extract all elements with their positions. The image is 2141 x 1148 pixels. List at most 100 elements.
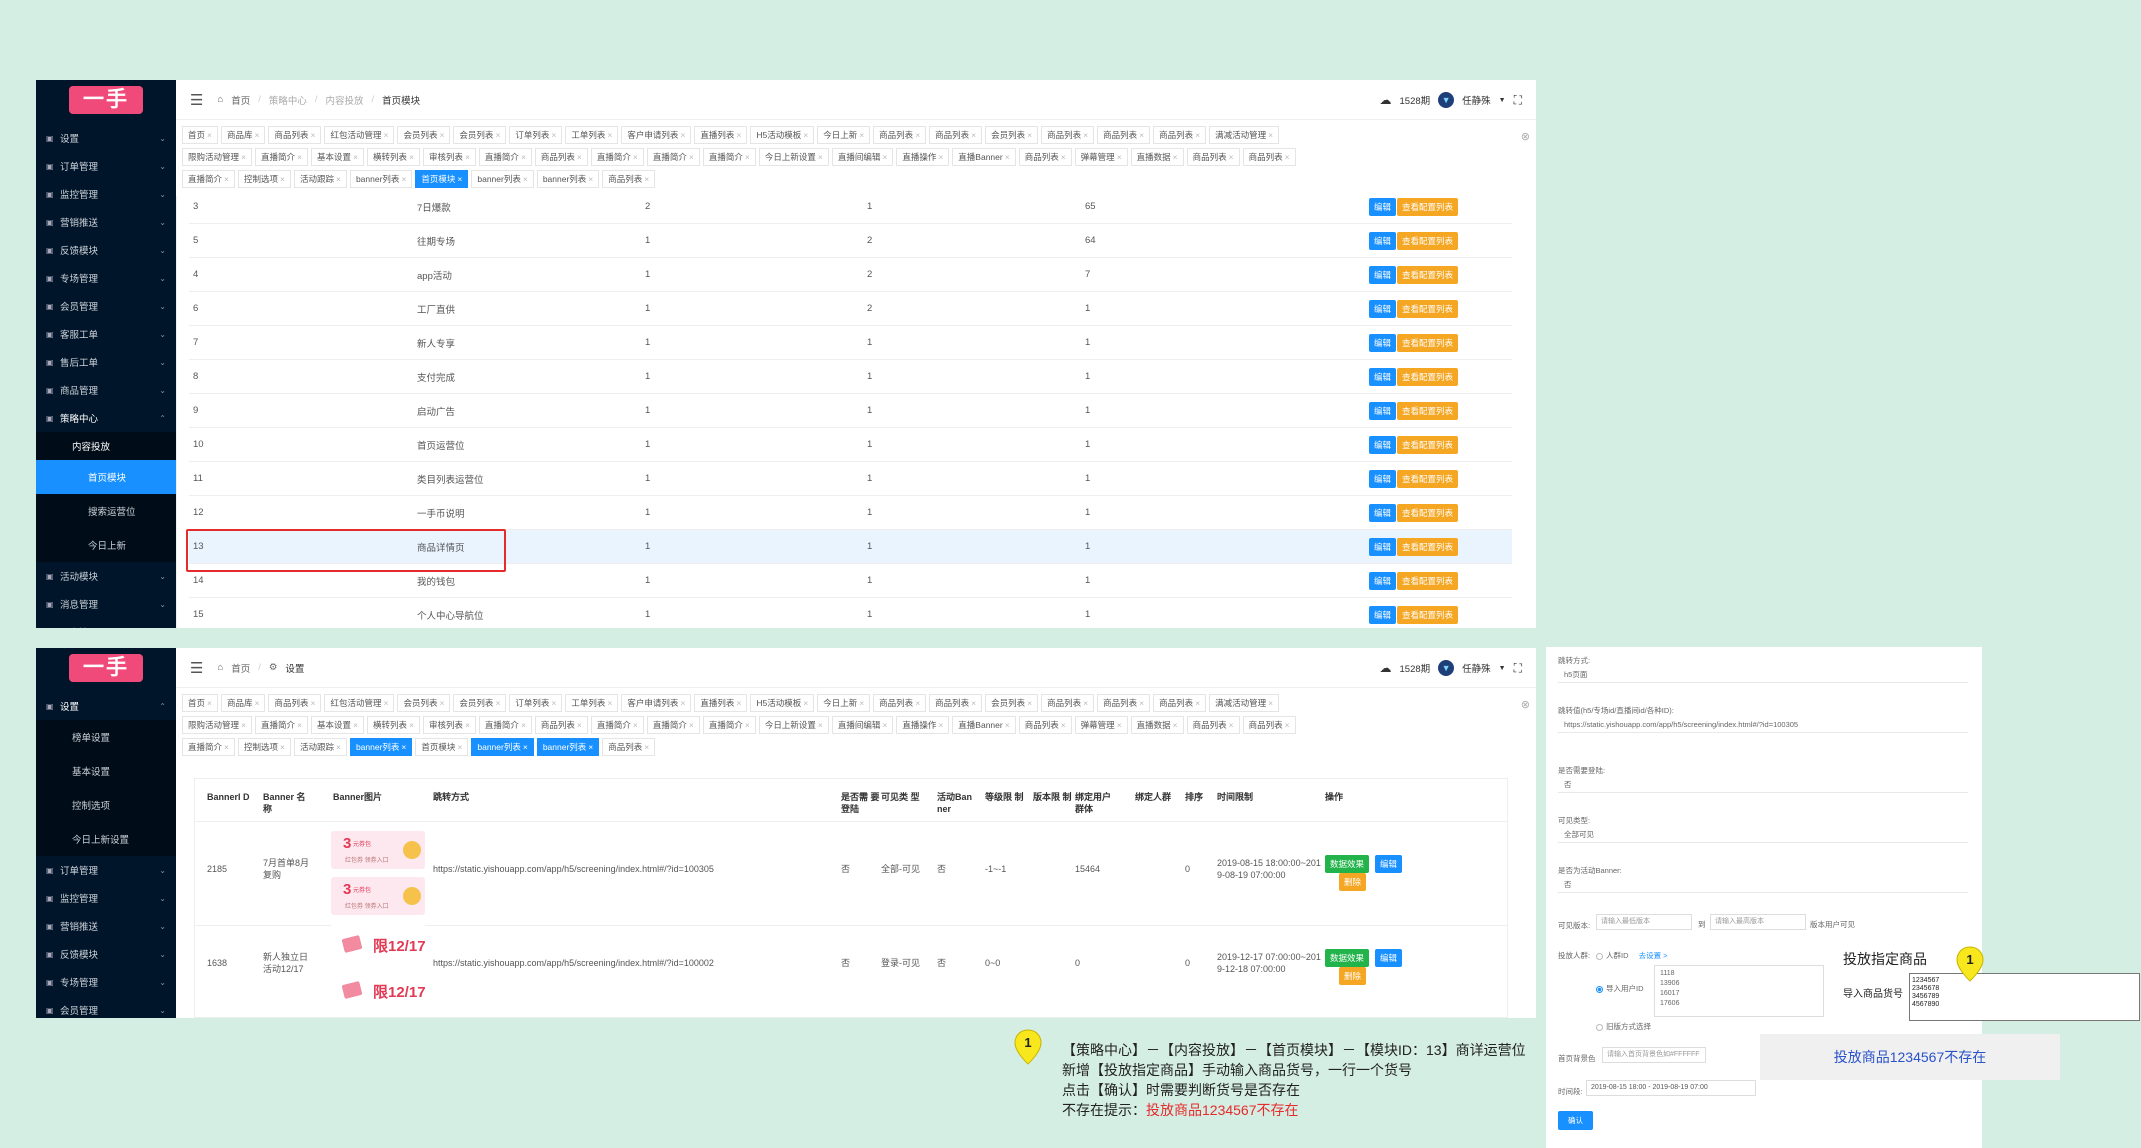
radio-selected-icon[interactable] [1596, 985, 1603, 993]
tab-tag[interactable]: 商品列表 × [268, 694, 322, 712]
tab-tag[interactable]: 横转列表 × [366, 716, 420, 734]
confirm-button[interactable]: 确认 [1558, 1111, 1593, 1130]
tab-tag[interactable]: H5活动模板 × [750, 694, 815, 712]
close-icon[interactable]: × [224, 174, 229, 184]
view-config-button[interactable]: 查看配置列表 [1397, 537, 1459, 556]
close-icon[interactable]: × [521, 720, 526, 730]
close-icon[interactable]: × [1285, 720, 1290, 730]
sidebar-menu-item[interactable]: ▣ 反馈模块 ⌄ [36, 236, 176, 264]
tab-tag[interactable]: 直播简介 × [590, 148, 644, 166]
jump-select[interactable]: h5页面 [1558, 667, 1968, 683]
view-config-button[interactable]: 查看配置列表 [1397, 605, 1459, 624]
close-icon[interactable]: × [495, 130, 500, 140]
sidebar-menu-item[interactable]: ▣ 商品管理 ⌄ [36, 376, 176, 404]
edit-button[interactable]: 编辑 [1369, 435, 1397, 454]
close-icon[interactable]: × [971, 698, 976, 708]
tab-tag[interactable]: 商品列表 × [534, 148, 588, 166]
tab-tag[interactable]: 会员列表 × [397, 126, 451, 144]
tab-tag[interactable]: 活动跟踪 × [293, 170, 347, 188]
tab-tag[interactable]: 直播简介 × [702, 716, 756, 734]
tab-tag[interactable]: 商品列表 × [1186, 716, 1240, 734]
close-icon[interactable]: × [1195, 698, 1200, 708]
close-icon[interactable]: × [803, 698, 808, 708]
edit-button[interactable]: 编辑 [1369, 265, 1397, 284]
edit-button[interactable]: 编辑 [1375, 949, 1403, 967]
tab-tag[interactable]: 会员列表 × [985, 694, 1039, 712]
tab-tag[interactable]: 直播数据 × [1130, 716, 1184, 734]
close-icon[interactable]: × [297, 720, 302, 730]
close-icon[interactable]: × [736, 698, 741, 708]
close-icon[interactable]: × [882, 720, 887, 730]
edit-button[interactable]: 编辑 [1369, 367, 1397, 386]
close-icon[interactable]: × [588, 174, 593, 184]
chevron-down-icon[interactable]: ▼ [1499, 97, 1506, 104]
tab-tag[interactable]: banner列表 × [349, 170, 413, 188]
sidebar-menu-item[interactable]: ▣ 会员管理 ⌄ [36, 996, 176, 1018]
sidebar-menu-item[interactable]: ▣ 设置 ⌄ [36, 124, 176, 152]
close-icon[interactable]: × [859, 130, 864, 140]
tab-tag[interactable]: 满减活动管理 × [1209, 694, 1280, 712]
close-icon[interactable]: × [297, 152, 302, 162]
avatar-icon[interactable]: ▼ [1438, 660, 1455, 676]
tab-tag[interactable]: 直播间编辑 × [831, 716, 894, 734]
sidebar-menu-item[interactable]: ▣ 设置 ⌃ [36, 692, 176, 720]
close-icon[interactable]: × [1173, 720, 1178, 730]
tab-tag[interactable]: 首页 × [182, 126, 218, 144]
tab-tag[interactable]: 商品列表 × [1153, 694, 1207, 712]
tab-tag[interactable]: 商品库 × [220, 126, 266, 144]
sidebar-menu-item[interactable]: ▣ 专场管理 ⌄ [36, 264, 176, 292]
close-icon[interactable]: × [1268, 698, 1273, 708]
tab-tag[interactable]: banner列表 × [349, 738, 413, 756]
fullscreen-icon[interactable]: ⛶ [1514, 661, 1522, 676]
crowd-option-id[interactable]: 人群ID 去设置 > [1596, 950, 1668, 961]
close-icon[interactable]: × [818, 720, 823, 730]
login-select[interactable]: 否 [1558, 777, 1968, 793]
sidebar-menu-item[interactable]: ▣ 专场管理 ⌄ [36, 968, 176, 996]
tab-tag[interactable]: 商品列表 × [873, 694, 927, 712]
close-icon[interactable]: × [607, 130, 612, 140]
close-icon[interactable]: × [633, 152, 638, 162]
activity-select[interactable]: 否 [1558, 877, 1968, 893]
close-icon[interactable]: × [457, 174, 462, 184]
crowd-option-legacy[interactable]: 旧版方式选择 [1596, 1021, 1651, 1032]
crowd-option-import[interactable]: 导入用户ID [1596, 983, 1644, 994]
close-icon[interactable]: × [241, 720, 246, 730]
tab-tag[interactable]: 商品列表 × [929, 126, 983, 144]
radio-icon[interactable] [1596, 952, 1603, 960]
close-icon[interactable]: × [457, 742, 462, 752]
tab-tag[interactable]: 订单列表 × [509, 126, 563, 144]
tab-tag[interactable]: 今日上新 × [817, 126, 871, 144]
tab-tag[interactable]: 直播列表 × [694, 694, 748, 712]
close-icon[interactable]: × [644, 742, 649, 752]
close-icon[interactable]: × [938, 152, 943, 162]
tab-tag[interactable]: 直播数据 × [1130, 148, 1184, 166]
tab-tag[interactable]: 订单列表 × [509, 694, 563, 712]
close-icon[interactable]: × [680, 698, 685, 708]
close-icon[interactable]: × [1083, 698, 1088, 708]
close-icon[interactable]: × [465, 720, 470, 730]
edit-button[interactable]: 编辑 [1369, 231, 1397, 250]
close-icon[interactable]: × [280, 174, 285, 184]
fullscreen-icon[interactable]: ⛶ [1514, 93, 1522, 108]
tab-tag[interactable]: 会员列表 × [453, 126, 507, 144]
view-config-button[interactable]: 查看配置列表 [1397, 469, 1459, 488]
edit-button[interactable]: 编辑 [1369, 571, 1397, 590]
crowd-settings-link[interactable]: 去设置 > [1639, 951, 1668, 960]
time-range-input[interactable]: 2019-08-15 18:00 - 2019-08-19 07:00 [1586, 1080, 1756, 1096]
close-icon[interactable]: × [521, 152, 526, 162]
close-icon[interactable]: × [915, 698, 920, 708]
close-icon[interactable]: × [1229, 720, 1234, 730]
tab-tag[interactable]: 直播简介 × [646, 716, 700, 734]
version-max-input[interactable]: 请输入最高版本 [1710, 914, 1806, 930]
sidebar-submenu-item[interactable]: 首页模块 [36, 460, 176, 494]
close-all-tags-icon[interactable]: ⊗ [1521, 698, 1530, 711]
close-icon[interactable]: × [353, 720, 358, 730]
tab-tag[interactable]: 基本设置 × [310, 148, 364, 166]
close-icon[interactable]: × [1027, 130, 1032, 140]
tab-tag[interactable]: H5活动模板 × [750, 126, 815, 144]
chevron-down-icon[interactable]: ▼ [1499, 665, 1506, 672]
sidebar-submenu-item[interactable]: 搜索运营位 [36, 494, 176, 528]
breadcrumb-home[interactable]: 首页 [231, 661, 250, 675]
close-icon[interactable]: × [1061, 152, 1066, 162]
close-icon[interactable]: × [439, 698, 444, 708]
